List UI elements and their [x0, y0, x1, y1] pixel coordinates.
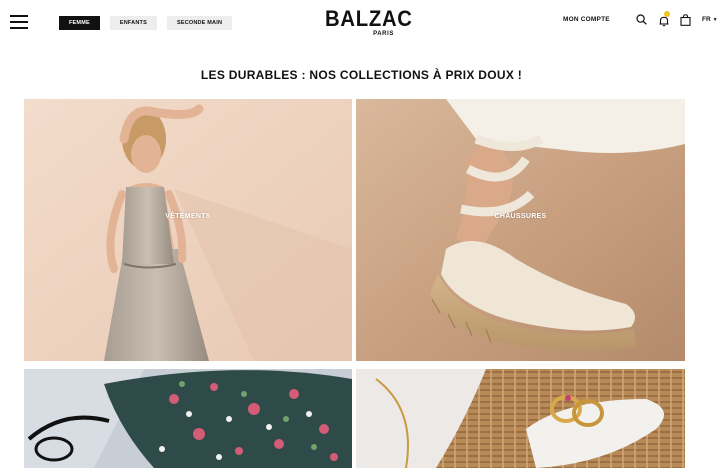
tab-enfants[interactable]: ENFANTS	[109, 16, 157, 30]
clothing-photo	[24, 99, 352, 361]
logo-wordmark: BALZAC	[325, 6, 413, 31]
bell-icon	[659, 16, 669, 27]
shoes-photo	[356, 99, 685, 361]
tile-label-vetements: VÊTEMENTS	[165, 213, 211, 220]
category-tile-chaussures[interactable]: CHAUSSURES	[356, 99, 685, 361]
tile-label-chaussures: CHAUSSURES	[494, 213, 547, 220]
language-label: FR	[702, 16, 711, 23]
menu-icon[interactable]	[10, 15, 28, 29]
account-link[interactable]: MON COMPTE	[563, 16, 610, 23]
notification-badge	[664, 11, 670, 17]
category-tile-3[interactable]	[24, 369, 352, 468]
logo-subtitle: PARIS	[373, 31, 394, 37]
category-tile-vetements[interactable]: VÊTEMENTS	[24, 99, 352, 361]
notification-button[interactable]	[658, 11, 670, 27]
category-tile-4[interactable]	[356, 369, 685, 468]
brand-logo[interactable]: BALZAC PARIS	[322, 6, 413, 38]
caret-down-icon: ▼	[712, 17, 718, 23]
bag-icon[interactable]	[680, 14, 691, 26]
page-headline: LES DURABLES : NOS COLLECTIONS À PRIX DO…	[200, 68, 523, 82]
search-icon[interactable]	[636, 14, 647, 25]
tab-femme[interactable]: FEMME	[59, 16, 100, 30]
language-selector[interactable]: FR ▼	[702, 16, 718, 23]
page: FEMME ENFANTS SECONDE MAIN BALZAC PARIS …	[0, 0, 723, 468]
jewelry-photo	[356, 369, 685, 468]
tab-seconde-main[interactable]: SECONDE MAIN	[166, 16, 233, 30]
floral-photo	[24, 369, 352, 468]
category-tabs: FEMME ENFANTS SECONDE MAIN	[59, 16, 233, 30]
site-header: FEMME ENFANTS SECONDE MAIN BALZAC PARIS …	[0, 0, 723, 50]
